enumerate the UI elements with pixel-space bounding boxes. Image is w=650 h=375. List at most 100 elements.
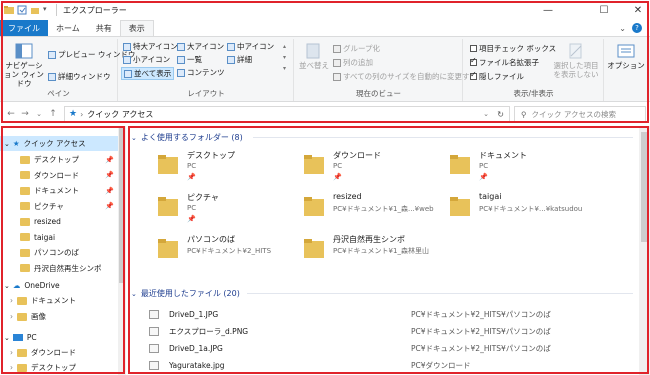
layout-details[interactable]: 詳細 [227,54,252,65]
file-extensions-toggle[interactable]: ファイル名拡張子 [470,56,539,68]
image-file-icon [149,326,159,336]
folder-name: resized [333,192,362,201]
nav-pane-icon [15,43,33,59]
frequent-folders-header[interactable]: ⌄ よく使用するフォルダー (8) [131,132,243,143]
folder-tile[interactable]: taigai PC¥ドキュメント¥...¥katsudou [449,190,589,234]
nav-pane-button[interactable]: ナビゲーション ウィンドウ [2,43,46,88]
hide-selected-button[interactable]: 選択した項目を表示しない [550,43,602,79]
expand-chevron-icon[interactable]: › [10,348,13,357]
file-row[interactable]: Yaguratake.jpg PC¥ダウンロード [149,357,629,373]
item-checkboxes-toggle[interactable]: 項目チェック ボックス [470,43,556,54]
layout-content[interactable]: コンテンツ [177,67,225,78]
tab-home[interactable]: ホーム [48,20,88,36]
nav-item[interactable]: ピクチャ 📌 [0,199,118,214]
nav-item[interactable]: ダウンロード 📌 [0,168,118,183]
folder-icon [20,233,30,241]
folder-icon [157,236,179,260]
folder-tile[interactable]: ダウンロード PC 📌 [303,148,443,192]
file-row[interactable]: エクスプローラ_d.PNG PC¥ドキュメント¥2_HITS¥パソコンのば [149,323,629,339]
close-button[interactable]: ✕ [624,0,650,20]
folder-tile[interactable]: 丹沢自然再生シンポ PC¥ドキュメント¥1_森林里山 [303,232,443,276]
layout-tiles[interactable]: 並べて表示 [121,67,175,80]
folder-tile[interactable]: resized PC¥ドキュメント¥1_森...¥web [303,190,443,234]
forward-arrow-icon[interactable]: → [18,109,32,119]
pin-icon: 📌 [105,202,114,210]
customize-toolbar-icon[interactable]: ▾ [43,5,53,15]
pin-icon: 📌 [105,186,114,195]
expand-chevron-icon[interactable]: ⌄ [4,140,10,148]
folder-name: taigai [479,192,502,201]
minimize-button[interactable]: — [534,0,562,20]
layout-small[interactable]: 小アイコン [123,54,170,65]
nav-item[interactable]: デスクトップ 📌 [0,152,118,167]
nav-item[interactable]: taigai [0,230,118,245]
nav-scroll-thumb[interactable] [119,128,125,283]
nav-item[interactable]: › デスクトップ [0,360,118,375]
breadcrumb-chevron-icon[interactable]: › [80,110,83,119]
layout-large[interactable]: 大アイコン [177,41,224,52]
up-arrow-icon[interactable]: ↑ [46,109,60,119]
address-dropdown-icon[interactable]: ⌄ [483,110,489,118]
recent-locations-icon[interactable]: ⌄ [32,110,46,118]
nav-scrollbar[interactable] [118,126,126,375]
nav-item[interactable]: ドキュメント 📌 [0,183,118,198]
folder-tile[interactable]: デスクトップ PC 📌 [157,148,297,192]
tab-file[interactable]: ファイル [0,20,48,36]
folder-location: PC [333,162,343,170]
nav-pc[interactable]: ⌄ PC [0,330,118,345]
tab-share[interactable]: 共有 [88,20,120,36]
search-box[interactable]: ⚲ クイック アクセスの検索 [514,106,646,122]
file-extensions-checkbox[interactable] [470,56,477,66]
recent-files-header[interactable]: ⌄ 最近使用したファイル (20) [131,288,240,299]
nav-onedrive[interactable]: ⌄ ☁ OneDrive [0,278,118,293]
collapse-chevron-icon[interactable]: ⌄ [131,134,137,142]
folder-icon [303,152,325,176]
nav-item[interactable]: resized [0,214,118,229]
nav-item[interactable]: › ドキュメント [0,293,118,308]
collapse-chevron-icon[interactable]: ⌄ [131,290,137,298]
properties-icon[interactable] [17,5,27,15]
item-checkboxes-checkbox[interactable] [470,45,477,52]
refresh-icon[interactable]: ↻ [497,110,504,119]
nav-item[interactable]: › ダウンロード [0,345,118,360]
nav-item[interactable]: 丹沢自然再生シンポ [0,261,118,276]
folder-tile[interactable]: ドキュメント PC 📌 [449,148,589,192]
breadcrumb-quick-access[interactable]: クイック アクセス [87,109,153,120]
hidden-items-checkbox[interactable] [470,70,477,80]
hidden-items-toggle[interactable]: 隠しファイル [470,70,524,82]
address-box[interactable]: ★ › クイック アクセス ⌄ ↻ [64,106,510,122]
add-column-button[interactable]: 列の追加 [333,57,373,68]
content-scrollbar[interactable] [639,126,650,375]
expand-chevron-icon[interactable]: ⌄ [4,282,10,290]
folder-tile[interactable]: パソコンのば PC¥ドキュメント¥2_HITS [157,232,297,276]
folder-name: デスクトップ [187,151,235,160]
new-folder-icon[interactable] [30,5,40,15]
nav-quick-access[interactable]: ⌄ ★ クイック アクセス [0,136,118,151]
folder-tile[interactable]: ピクチャ PC 📌 [157,190,297,234]
expand-chevron-icon[interactable]: ⌄ [4,334,10,342]
layout-extra-large[interactable]: 特大アイコン [123,41,178,52]
layout-scroll-arrows[interactable]: ▴ ▾ ▾ [283,41,286,74]
help-icon[interactable]: ? [632,23,642,33]
pane-group-label: ペイン [47,89,70,98]
size-all-columns-button[interactable]: すべての列のサイズを自動的に変更する [333,71,477,82]
nav-item[interactable]: パソコンのば [0,245,118,260]
sort-by-button[interactable]: 並べ替え [297,43,331,70]
expand-chevron-icon[interactable]: › [10,363,13,372]
layout-medium[interactable]: 中アイコン [227,41,274,52]
details-pane-button[interactable]: 詳細ウィンドウ [48,71,111,82]
nav-item[interactable]: › 画像 [0,309,118,324]
file-row[interactable]: DriveD_1a.JPG PC¥ドキュメント¥2_HITS¥パソコンのば [149,340,629,356]
collapse-ribbon-icon[interactable]: ⌄ [619,24,626,33]
tab-view[interactable]: 表示 [119,20,154,36]
expand-chevron-icon[interactable]: › [10,312,13,321]
layout-list[interactable]: 一覧 [177,54,202,65]
maximize-button[interactable]: ☐ [590,0,618,20]
options-button[interactable]: オプション [606,43,646,70]
group-by-button[interactable]: グループ化 [333,43,380,54]
expand-chevron-icon[interactable]: › [10,296,13,305]
back-arrow-icon[interactable]: ← [4,109,18,119]
toolbar-divider [56,4,57,16]
content-scroll-thumb[interactable] [641,132,648,242]
file-row[interactable]: DriveD_1.JPG PC¥ドキュメント¥2_HITS¥パソコンのば [149,306,629,322]
